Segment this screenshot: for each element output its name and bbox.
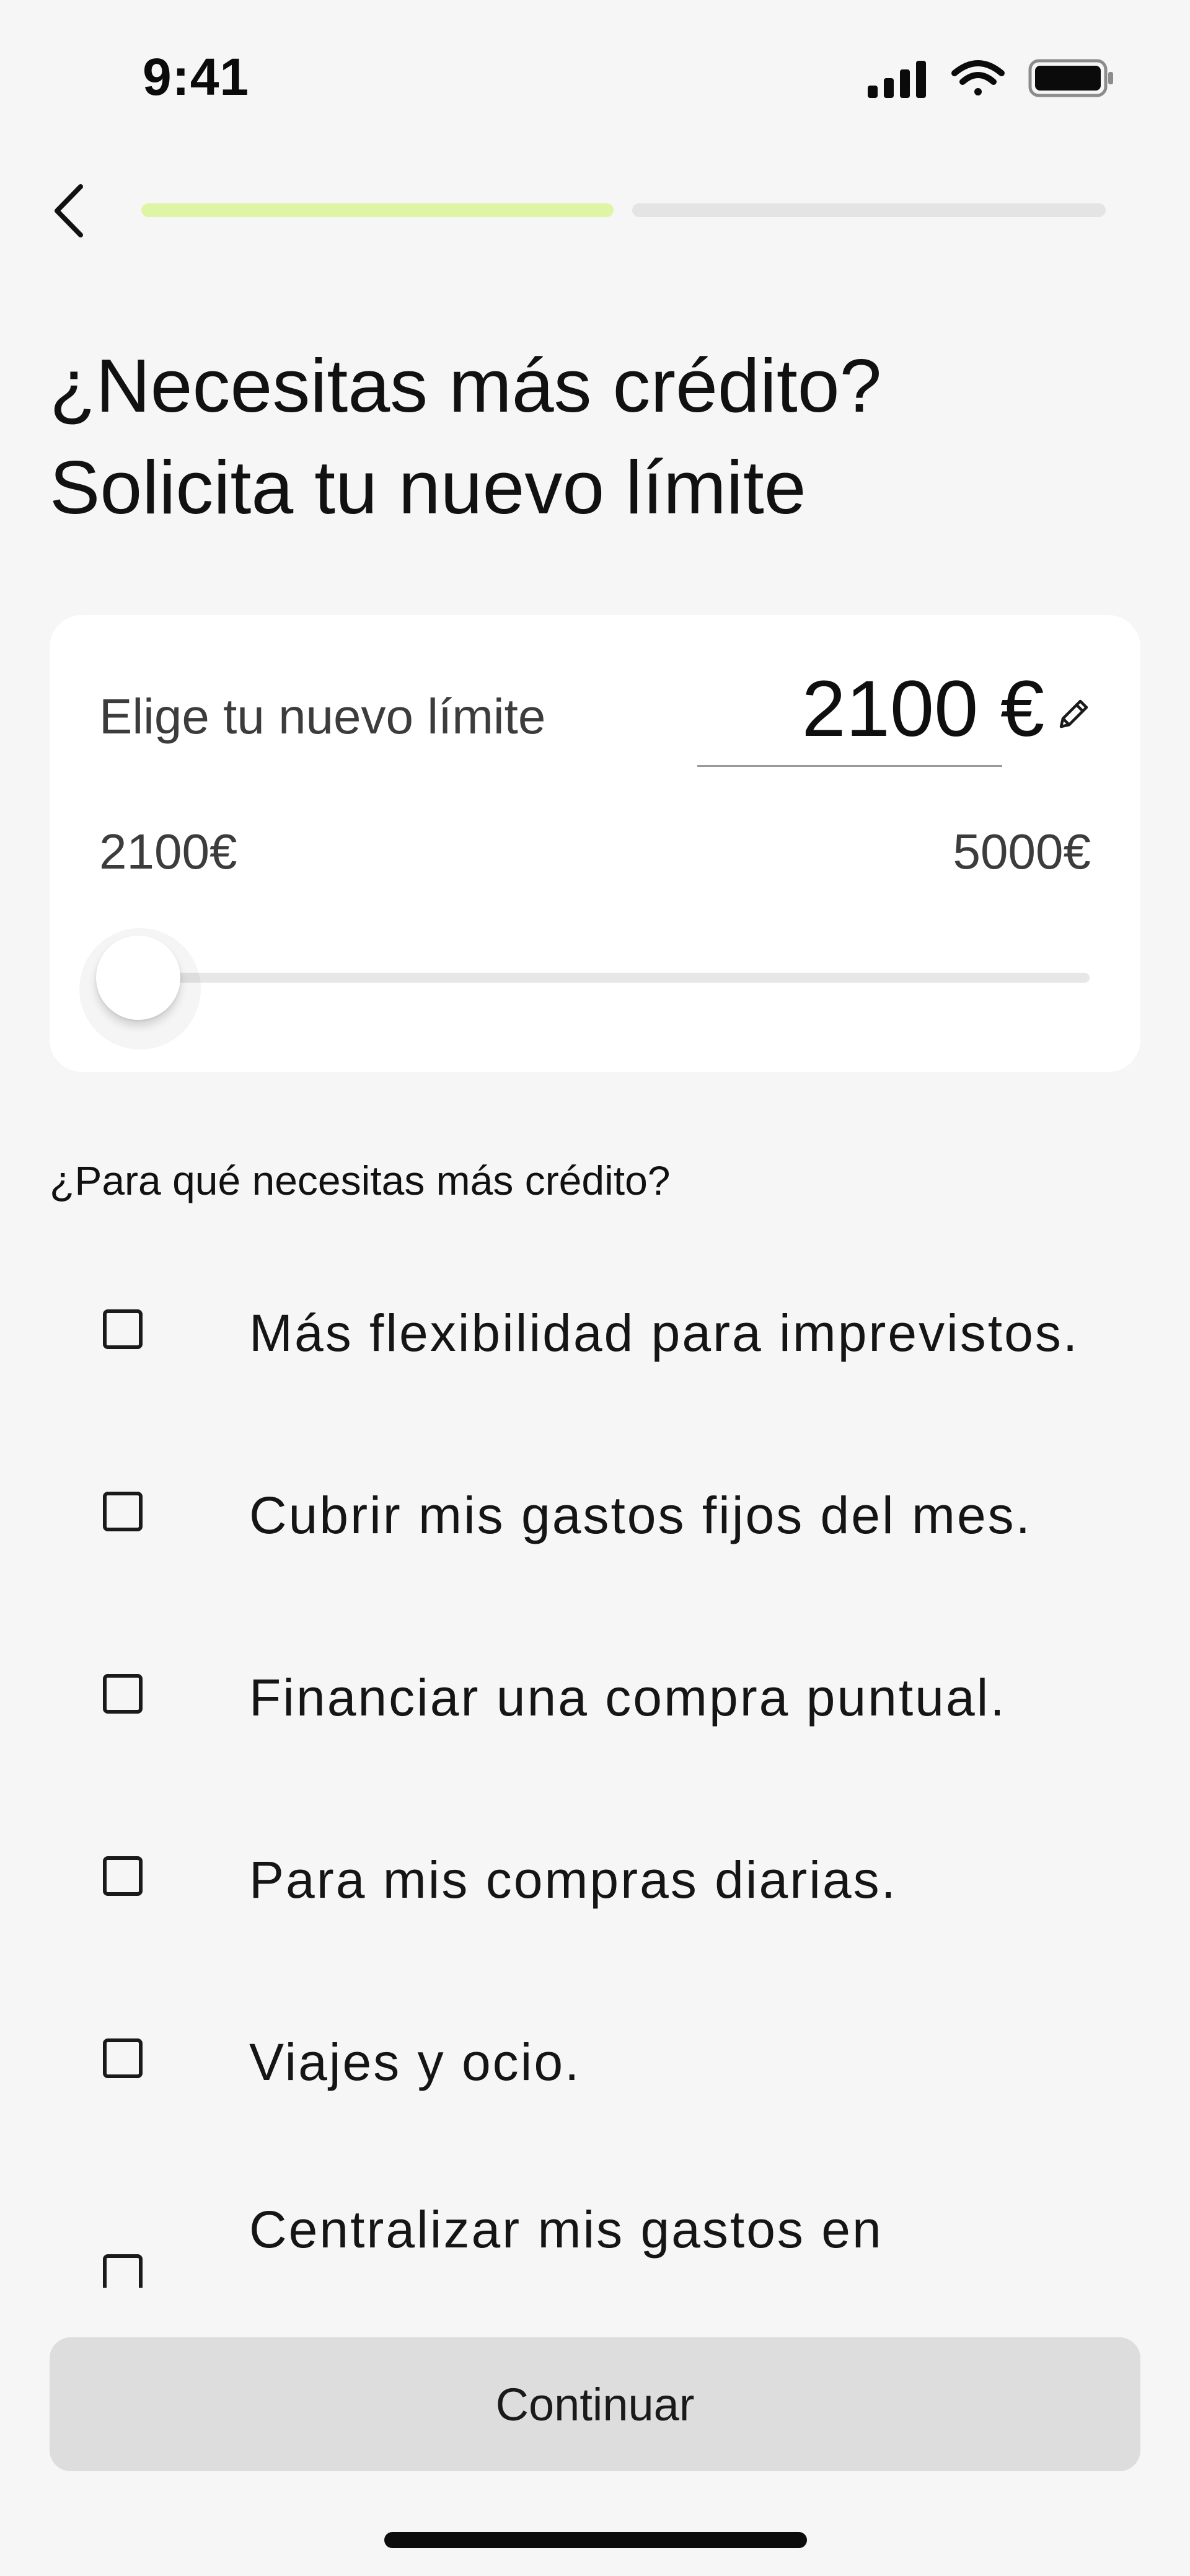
purpose-option[interactable]: Cubrir mis gastos fijos del mes.	[0, 1458, 1190, 1570]
purpose-option[interactable]: Viajes y ocio.	[0, 2005, 1190, 2117]
checkbox[interactable]	[103, 1309, 143, 1349]
purpose-option-label: Cubrir mis gastos fijos del mes.	[249, 1486, 1033, 1544]
purpose-option[interactable]: Financiar una compra puntual.	[0, 1640, 1190, 1752]
checkbox[interactable]	[103, 2254, 143, 2288]
checkbox[interactable]	[103, 2038, 143, 2078]
purpose-option[interactable]: Centralizar mis gastos en	[0, 2187, 1190, 2288]
checkbox[interactable]	[103, 1492, 143, 1531]
purpose-option[interactable]: Más flexibilidad para imprevistos.	[0, 1276, 1190, 1388]
purpose-option-label: Viajes y ocio.	[249, 2033, 581, 2091]
purpose-option[interactable]: Para mis compras diarias.	[0, 1823, 1190, 1934]
continue-button[interactable]: Continuar	[50, 2337, 1140, 2471]
purpose-option-label: Financiar una compra puntual.	[249, 1668, 1007, 1727]
home-indicator	[384, 2532, 807, 2548]
purpose-option-label: Para mis compras diarias.	[249, 1851, 897, 1909]
checkbox[interactable]	[103, 1856, 143, 1896]
purpose-option-label: Centralizar mis gastos en	[249, 2200, 883, 2259]
purpose-option-label: Más flexibilidad para imprevistos.	[249, 1304, 1080, 1362]
purpose-options-list: Más flexibilidad para imprevistos. Cubri…	[0, 0, 1190, 2288]
checkbox[interactable]	[103, 1674, 143, 1714]
